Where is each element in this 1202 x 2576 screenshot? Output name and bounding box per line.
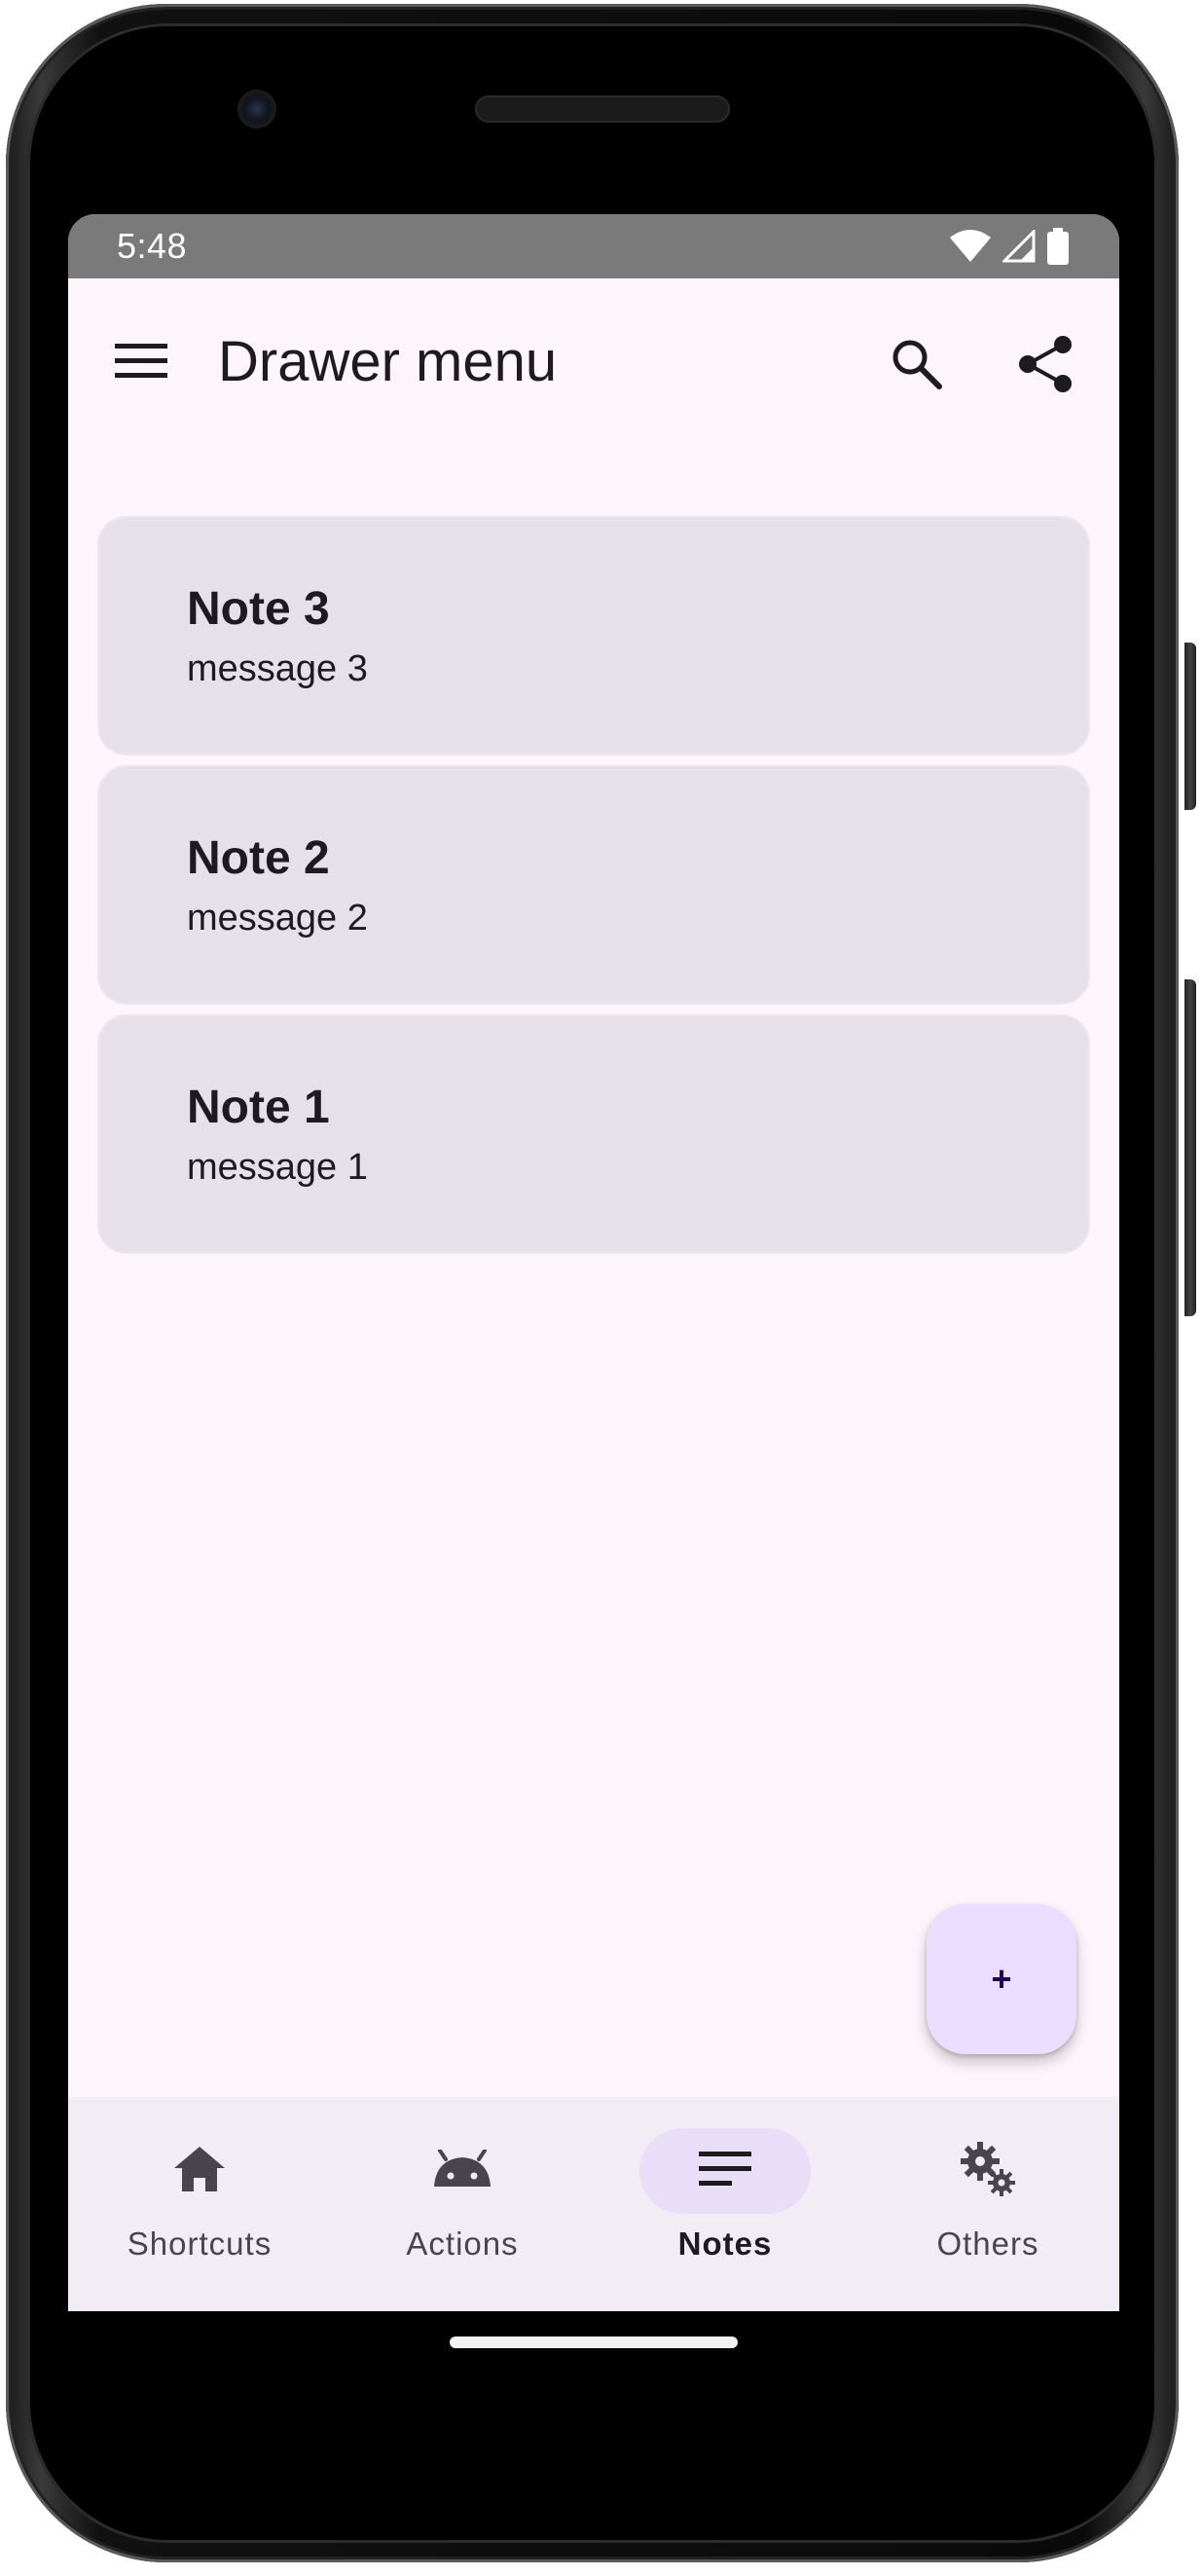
- note-message: message 2: [187, 898, 368, 938]
- hamburger-menu-icon: [115, 342, 167, 386]
- note-message: message 1: [187, 1147, 368, 1188]
- add-note-fab[interactable]: +: [927, 1904, 1076, 2054]
- power-button: [1184, 643, 1196, 810]
- status-icons: [950, 228, 1069, 270]
- nav-item-shortcuts[interactable]: Shortcuts: [68, 2097, 331, 2311]
- home-gesture-bar[interactable]: [450, 2337, 738, 2348]
- note-title: Note 1: [187, 1082, 330, 1133]
- search-icon: [891, 338, 943, 395]
- screen: 5:48 Drawer menu Note 3 message 3 Note 2…: [68, 214, 1119, 2311]
- nav-indicator: [114, 2128, 285, 2214]
- note-card[interactable]: Note 1 message 1: [97, 1014, 1090, 1254]
- note-title: Note 2: [187, 832, 330, 884]
- earpiece-speaker: [475, 95, 730, 123]
- nav-indicator: [902, 2128, 1074, 2214]
- volume-button: [1184, 979, 1196, 1316]
- note-title: Note 3: [187, 583, 330, 635]
- home-icon: [172, 2145, 227, 2198]
- status-bar: 5:48: [68, 214, 1119, 278]
- nav-label: Notes: [677, 2226, 773, 2262]
- fab-label: +: [991, 1959, 1012, 1999]
- notes-icon: [699, 2150, 751, 2193]
- share-icon: [1018, 335, 1073, 398]
- android-icon: [432, 2148, 492, 2193]
- page-title: Drawer menu: [218, 330, 558, 393]
- wifi-icon: [950, 230, 991, 268]
- nav-item-notes[interactable]: Notes: [594, 2097, 856, 2311]
- nav-item-actions[interactable]: Actions: [331, 2097, 594, 2311]
- menu-button[interactable]: [109, 331, 173, 395]
- gears-icon: [959, 2140, 1017, 2203]
- note-message: message 3: [187, 648, 368, 689]
- nav-label: Shortcuts: [127, 2226, 273, 2262]
- nav-label: Actions: [406, 2226, 519, 2262]
- nav-indicator: [377, 2128, 548, 2214]
- nav-item-others[interactable]: Others: [856, 2097, 1119, 2311]
- front-camera: [237, 90, 276, 129]
- note-card[interactable]: Note 2 message 2: [97, 765, 1090, 1005]
- bottom-navigation: Shortcuts Actions Notes Others: [68, 2097, 1119, 2311]
- nav-indicator: [639, 2128, 811, 2214]
- note-card[interactable]: Note 3 message 3: [97, 516, 1090, 755]
- battery-icon: [1047, 228, 1069, 270]
- nav-label: Others: [936, 2226, 1039, 2262]
- status-time: 5:48: [117, 226, 188, 266]
- top-app-bar: Drawer menu: [68, 278, 1119, 450]
- cell-signal-icon: [1001, 228, 1036, 268]
- search-button[interactable]: [882, 331, 952, 401]
- notes-list: Note 3 message 3 Note 2 message 2 Note 1…: [97, 516, 1090, 1264]
- share-button[interactable]: [1010, 331, 1080, 401]
